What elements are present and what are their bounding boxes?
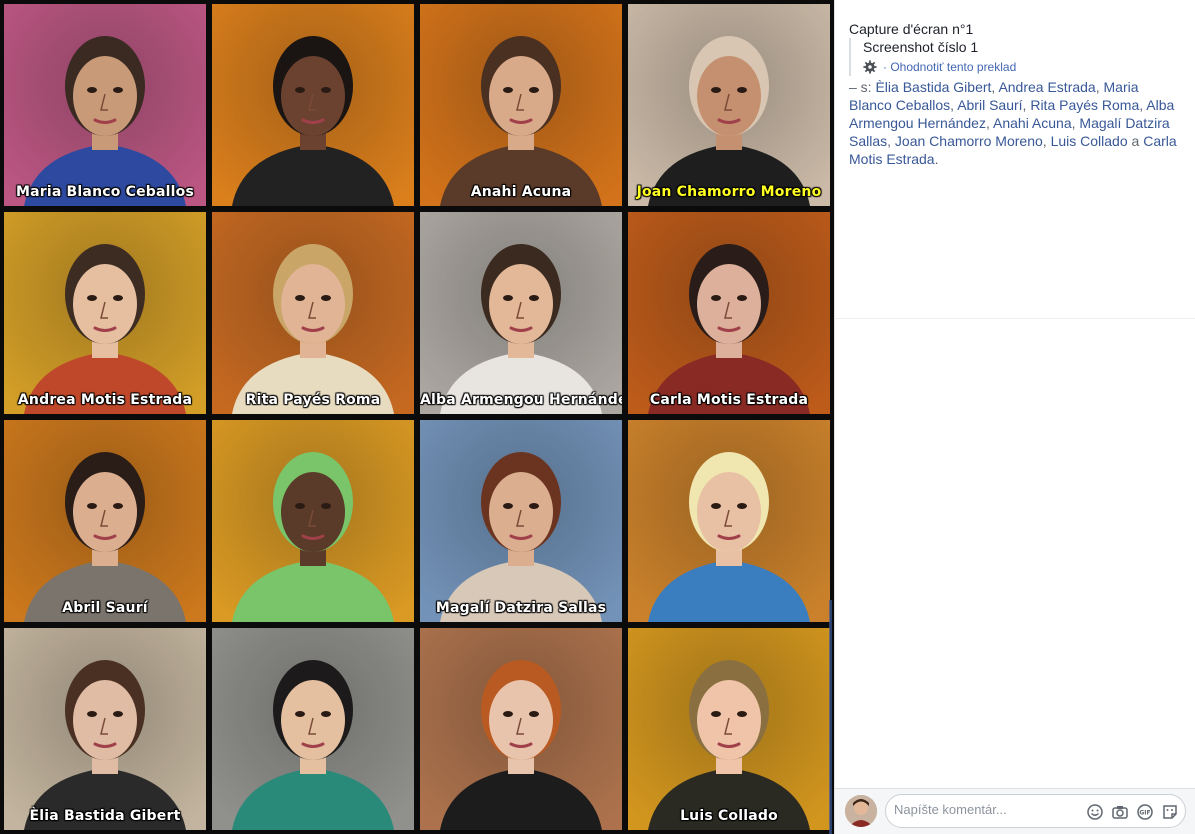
portrait-painting — [4, 4, 206, 206]
camera-icon[interactable] — [1111, 803, 1129, 821]
portrait-painting — [212, 628, 414, 830]
tag-separator: , — [985, 115, 993, 131]
avatar[interactable] — [845, 795, 877, 827]
comment-input[interactable] — [894, 802, 1074, 817]
portrait-name-label: Joan Chamorro Moreno — [636, 184, 822, 200]
tag-link[interactable]: Anahi Acuna — [993, 115, 1072, 131]
sticker-icon[interactable] — [1161, 803, 1179, 821]
portrait-name-label: Carla Motis Estrada — [649, 392, 809, 408]
portrait-painting — [4, 212, 206, 414]
tags-prefix: – s: — [849, 79, 876, 95]
portrait-tile[interactable]: Rita Payés Roma — [212, 212, 414, 414]
portrait-tile[interactable]: Abril Saurí — [4, 420, 206, 622]
portrait-painting — [420, 628, 622, 830]
portrait-painting — [212, 212, 414, 414]
tag-link[interactable]: Joan Chamorro Moreno — [895, 133, 1043, 149]
portrait-tile[interactable] — [420, 628, 622, 830]
tags-end: . — [934, 151, 939, 167]
translation-block: Screenshot číslo 1 · Ohodnotiť tento pre… — [849, 38, 1179, 76]
portrait-painting — [628, 212, 830, 414]
portrait-tile[interactable] — [212, 4, 414, 206]
portrait-tile[interactable]: Andrea Motis Estrada — [4, 212, 206, 414]
portrait-name-label: Èlia Bastida Gibert — [29, 808, 181, 824]
tag-link[interactable]: Andrea Estrada — [998, 79, 1095, 95]
post-caption: Capture d'écran n°1 — [849, 21, 974, 37]
portrait-tile[interactable]: Joan Chamorro Moreno — [628, 4, 830, 206]
portrait-name-label: Anahi Acuna — [470, 184, 572, 200]
tag-link[interactable]: Luis Collado — [1051, 133, 1128, 149]
tag-separator: , — [887, 133, 895, 149]
rate-translation-link[interactable]: · Ohodnotiť tento preklad — [863, 58, 1179, 76]
portrait-painting — [420, 420, 622, 622]
portrait-tile[interactable] — [628, 420, 830, 622]
portrait-tile[interactable] — [212, 420, 414, 622]
portrait-tile[interactable]: Luis Collado — [628, 628, 830, 830]
portrait-tile[interactable]: Magalí Datzira Sallas — [420, 420, 622, 622]
tags-joiner: a — [1127, 133, 1144, 149]
tag-link[interactable]: Rita Payés Roma — [1030, 97, 1139, 113]
portrait-name-label: Maria Blanco Ceballos — [15, 184, 195, 200]
portrait-painting — [628, 628, 830, 830]
avatar-image — [845, 795, 877, 827]
tag-list: Èlia Bastida Gibert, Andrea Estrada, Mar… — [849, 79, 1174, 149]
gear-icon — [863, 60, 877, 74]
emoji-icon[interactable] — [1086, 803, 1104, 821]
scrollbar[interactable] — [829, 600, 832, 834]
comment-bar: GIF — [835, 788, 1195, 834]
portrait-painting — [628, 4, 830, 206]
svg-text:GIF: GIF — [1139, 810, 1150, 817]
portrait-painting — [4, 420, 206, 622]
tag-link[interactable]: Abril Saurí — [957, 97, 1022, 113]
portrait-name-label: Magalí Datzira Sallas — [435, 600, 607, 616]
portrait-name-label: Abril Saurí — [62, 600, 148, 616]
tagged-people: – s: Èlia Bastida Gibert, Andrea Estrada… — [849, 78, 1185, 168]
comment-box[interactable]: GIF — [885, 794, 1186, 828]
portrait-name-label: Rita Payés Roma — [245, 392, 381, 408]
portrait-tile[interactable] — [212, 628, 414, 830]
portrait-name-label: Luis Collado — [680, 808, 778, 824]
photo-sidebar: Capture d'écran n°1 Screenshot číslo 1 ·… — [834, 0, 1195, 834]
portrait-tile[interactable]: Carla Motis Estrada — [628, 212, 830, 414]
photo-viewer[interactable]: Maria Blanco Ceballos Anahi Acuna Joan Cha… — [0, 0, 834, 834]
portrait-tile[interactable]: Maria Blanco Ceballos — [4, 4, 206, 206]
gif-icon[interactable]: GIF — [1136, 803, 1154, 821]
portrait-tile[interactable]: Alba Armengou Hernández — [420, 212, 622, 414]
rate-translation-label: · Ohodnotiť tento preklad — [883, 60, 1017, 74]
portrait-painting — [420, 212, 622, 414]
portrait-tile[interactable]: Èlia Bastida Gibert — [4, 628, 206, 830]
tag-separator: , — [1095, 79, 1104, 95]
sidebar-divider — [835, 318, 1195, 319]
tag-separator: , — [1042, 133, 1051, 149]
portrait-name-label: Andrea Motis Estrada — [17, 392, 193, 408]
portrait-painting — [628, 420, 830, 622]
portrait-painting — [212, 4, 414, 206]
translated-caption: Screenshot číslo 1 — [863, 39, 979, 55]
portrait-painting — [212, 420, 414, 622]
portrait-painting — [420, 4, 622, 206]
portrait-name-label: Alba Armengou Hernández — [420, 392, 622, 408]
portrait-tile[interactable]: Anahi Acuna — [420, 4, 622, 206]
portrait-painting — [4, 628, 206, 830]
tag-link[interactable]: Èlia Bastida Gibert — [875, 79, 991, 95]
